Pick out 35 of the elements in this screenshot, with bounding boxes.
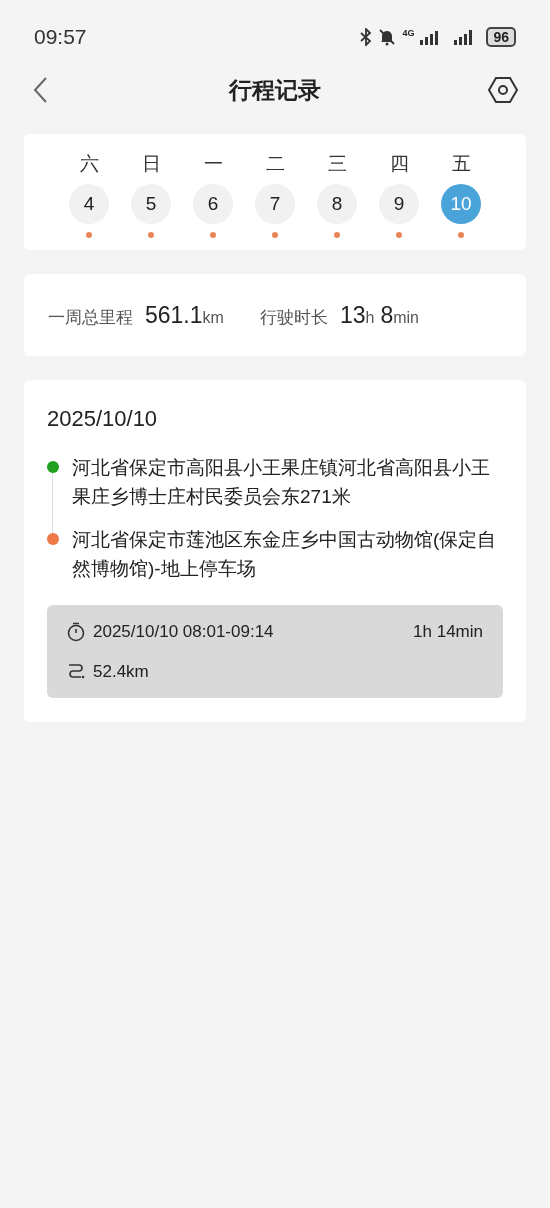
trip-date: 2025/10/10	[47, 405, 159, 433]
weekday-label: 五	[451, 152, 471, 176]
weekday-label: 日	[141, 152, 161, 176]
stopwatch-icon	[67, 621, 85, 642]
route-icon	[67, 662, 85, 681]
network-label: 4G	[402, 29, 415, 38]
bluetooth-icon	[360, 28, 373, 46]
weekday-label: 四	[389, 152, 409, 176]
weekday-label: 二	[265, 152, 285, 176]
summary-value: 561.1km	[145, 300, 224, 330]
weekday-label: 一	[203, 152, 223, 176]
battery-level: 96	[486, 27, 516, 47]
date-button[interactable]: 4	[69, 184, 109, 224]
date-button[interactable]: 7	[255, 184, 295, 224]
trip-duration: 1h 14min	[413, 621, 483, 643]
trip-details-panel[interactable]: 2025/10/10 08:01-09:14 1h 14min 52.4km	[47, 605, 503, 698]
summary-value: 13h	[339, 300, 375, 330]
weekday-label: 六	[79, 152, 99, 176]
back-icon[interactable]	[32, 76, 48, 104]
summary-label: 行驶时长	[259, 306, 328, 329]
date-button[interactable]: 5	[131, 184, 171, 224]
summary-label: 一周总里程	[48, 306, 133, 329]
weekday-label: 三	[327, 152, 347, 176]
settings-icon[interactable]	[488, 76, 518, 104]
trip-distance: 52.4km	[93, 660, 149, 683]
date-button[interactable]: 8	[317, 184, 357, 224]
trip-time-range: 2025/10/10 08:01-09:14	[93, 621, 274, 643]
date-button[interactable]: 6	[193, 184, 233, 224]
date-button[interactable]: 9	[379, 184, 419, 224]
page-title: 行程记录	[229, 75, 321, 105]
clock: 09:57	[34, 24, 87, 51]
stop-address: 河北省保定市高阳县小王果庄镇河北省高阳县小王果庄乡博士庄村民委员会东271米	[72, 456, 491, 509]
stop-address: 河北省保定市莲池区东金庄乡中国古动物馆(保定自然博物馆)-地上停车场	[72, 528, 498, 581]
bell-off-icon	[378, 28, 397, 46]
summary-value: 8min	[380, 300, 419, 330]
